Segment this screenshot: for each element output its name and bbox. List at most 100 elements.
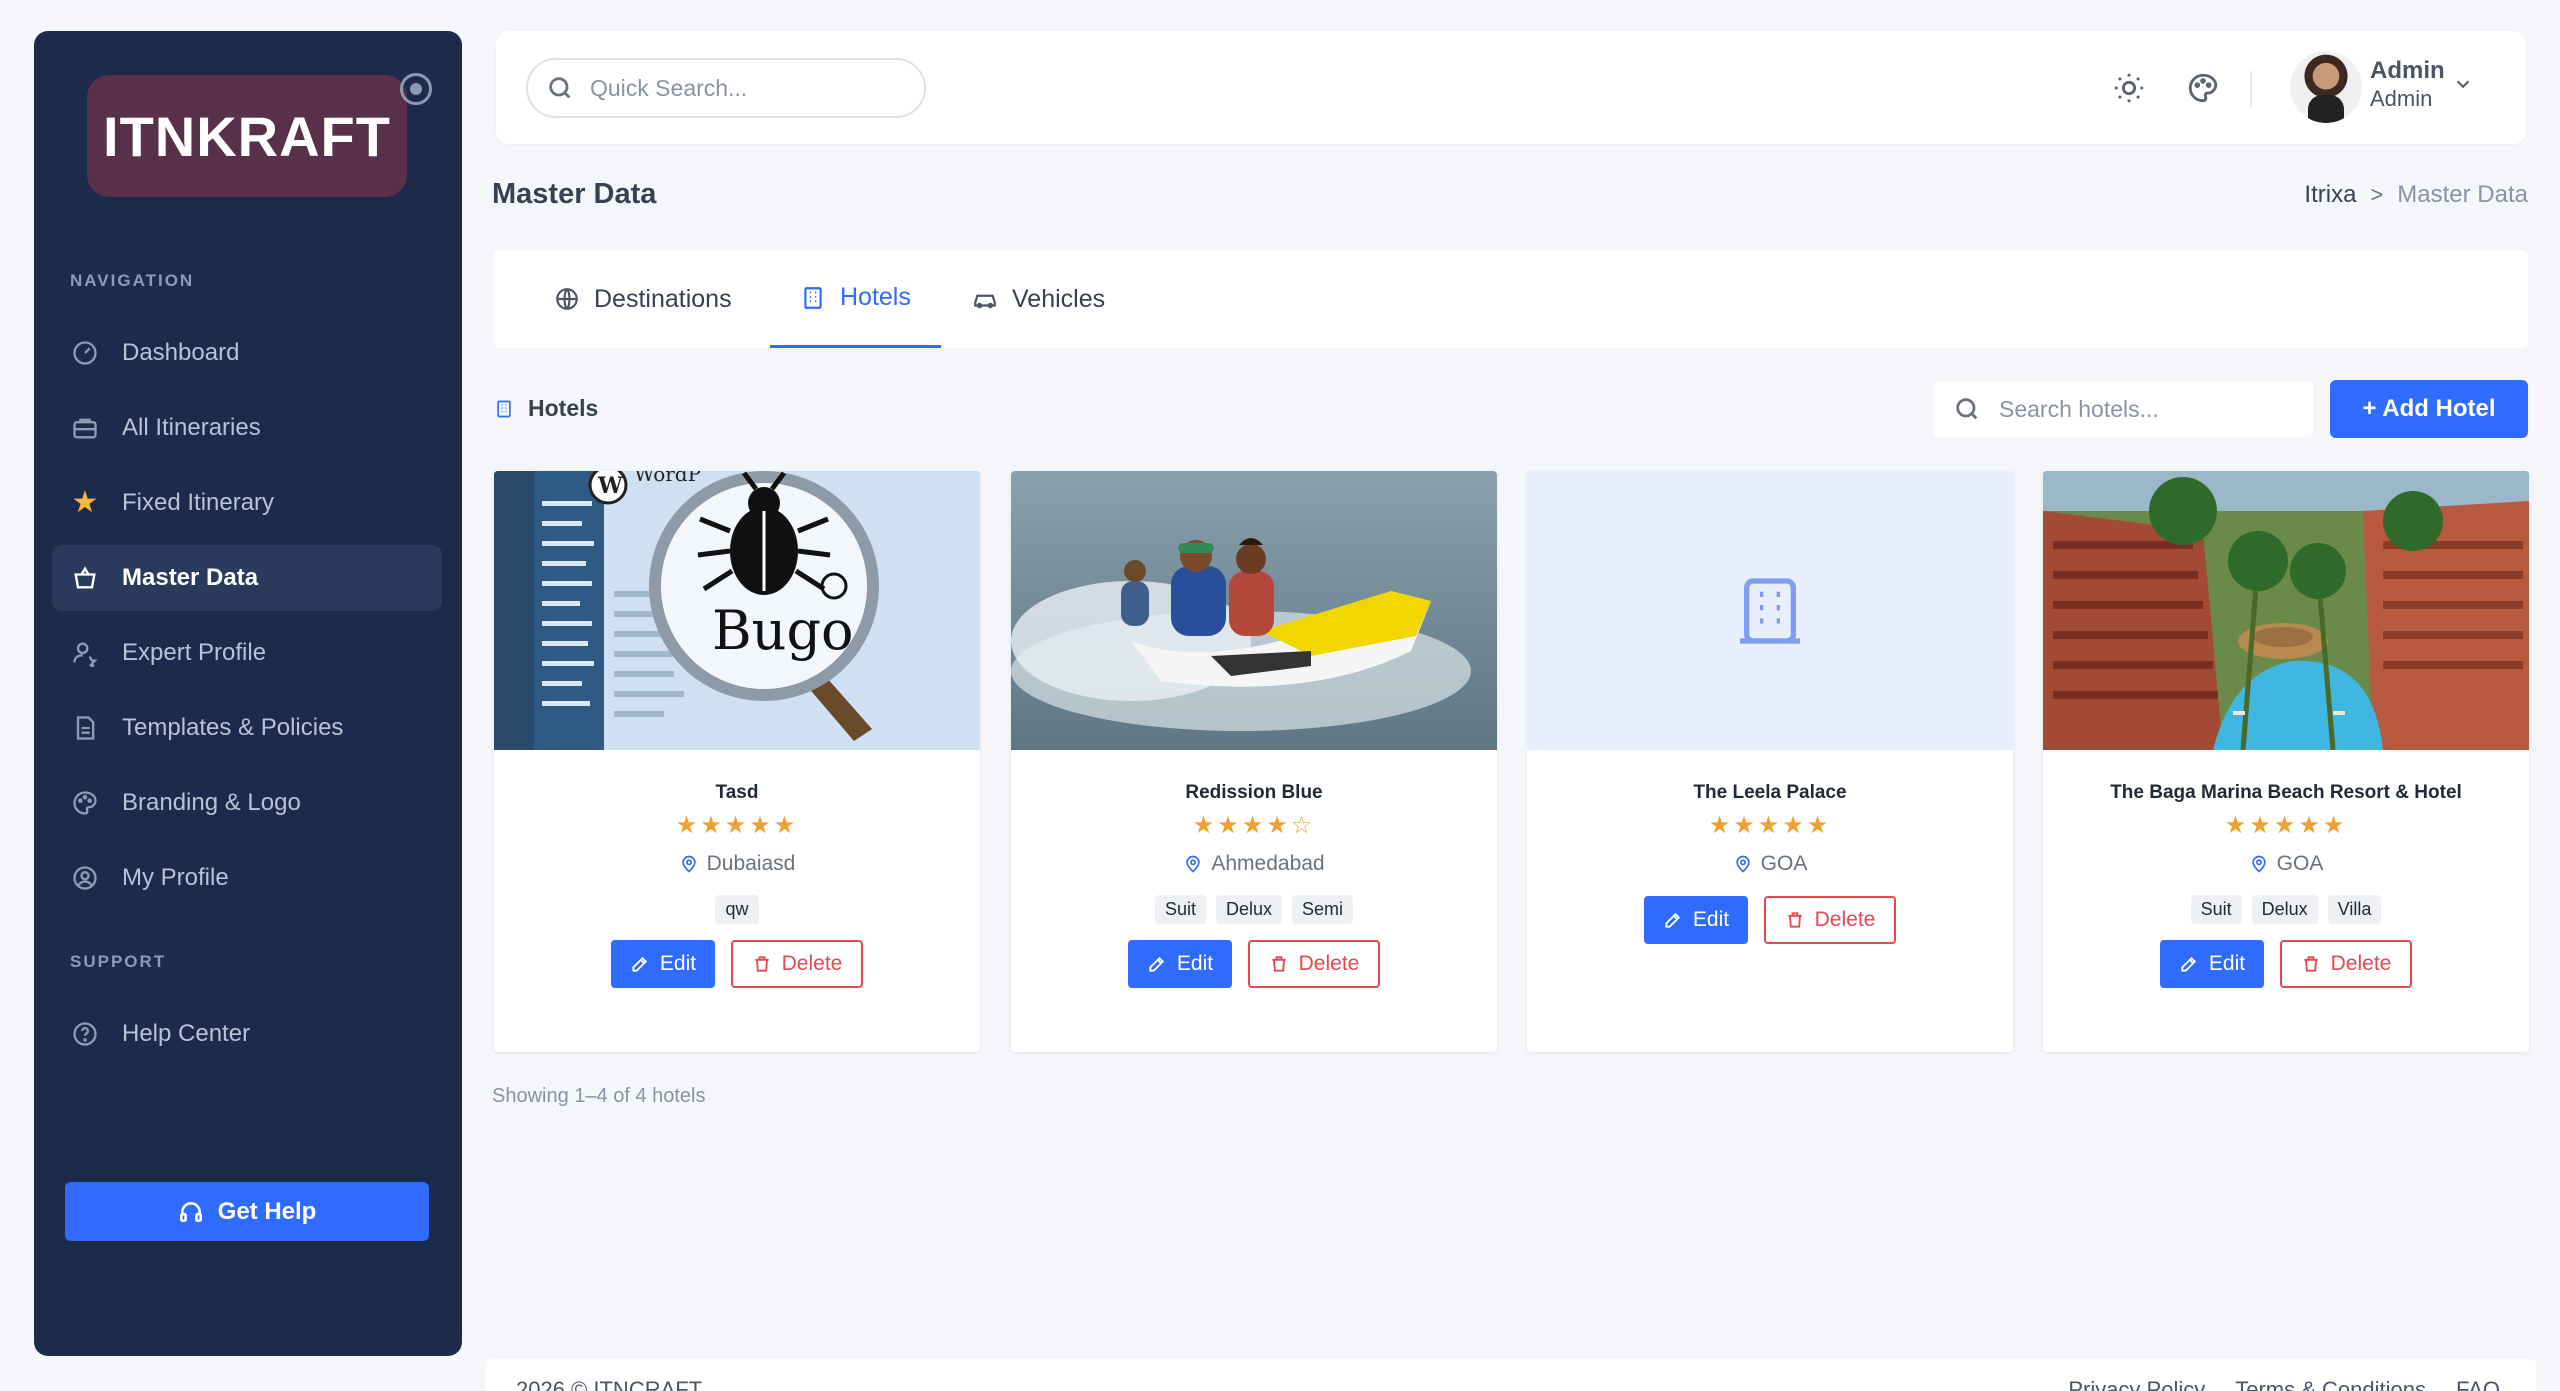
edit-icon xyxy=(1665,912,1681,928)
page-title: Master Data xyxy=(492,178,657,210)
nav-section-heading: NAVIGATION xyxy=(70,271,195,290)
hotel-card: The Leela Palace ★★★★★ GOA Edit Delete xyxy=(1527,471,2013,1052)
location-text: GOA xyxy=(1760,852,1808,875)
section-title: Hotels xyxy=(528,395,599,421)
building-icon xyxy=(804,286,822,309)
sidebar-item-label: Master Data xyxy=(122,564,259,591)
hotel-image-resort-pool xyxy=(2043,471,2529,750)
map-pin-icon xyxy=(1186,855,1201,873)
breadcrumb-current: Master Data xyxy=(2397,181,2528,208)
car-icon xyxy=(974,294,996,309)
master-data-tabs: Destinations Hotels Vehicles xyxy=(494,250,2528,348)
add-hotel-button[interactable]: + Add Hotel xyxy=(2330,380,2528,438)
delete-label: Delete xyxy=(1298,952,1360,975)
top-bar: Admin Admin xyxy=(496,31,2526,144)
chevron-down-icon[interactable] xyxy=(2452,73,2474,100)
tab-label: Hotels xyxy=(840,283,911,311)
user-role: Admin xyxy=(2370,86,2433,111)
footer-links: Privacy Policy Terms & Conditions FAQ xyxy=(2068,1377,2500,1391)
edit-icon xyxy=(2181,956,2197,972)
hotel-name: Redission Blue xyxy=(1185,782,1323,803)
sidebar-item-master-data[interactable]: Master Data xyxy=(52,545,442,611)
sidebar-item-label: Help Center xyxy=(122,1020,251,1047)
room-type-tag: Delux xyxy=(1215,895,1283,924)
basket-icon xyxy=(68,561,102,595)
delete-label: Delete xyxy=(781,952,843,975)
edit-button[interactable]: Edit xyxy=(1644,896,1748,944)
delete-label: Delete xyxy=(1814,908,1876,931)
sidebar-item-dashboard[interactable]: Dashboard xyxy=(52,320,442,386)
hotel-search-input[interactable] xyxy=(1999,395,2299,423)
sidebar-item-fixed-itinerary[interactable]: ★ Fixed Itinerary xyxy=(52,470,442,536)
user-star-icon xyxy=(68,636,102,670)
location-text: Dubaiasd xyxy=(706,852,796,875)
sidebar-item-help-center[interactable]: Help Center xyxy=(52,1001,442,1067)
user-name[interactable]: Admin xyxy=(2370,57,2445,85)
hotel-name: Tasd xyxy=(715,782,759,803)
footer: 2026 © ITNCRAFT Privacy Policy Terms & C… xyxy=(486,1359,2536,1391)
sidebar-pin-toggle[interactable] xyxy=(400,73,432,105)
tab-vehicles[interactable]: Vehicles xyxy=(942,250,1135,348)
hotel-tags: qw xyxy=(494,895,980,924)
sidebar-item-my-profile[interactable]: My Profile xyxy=(52,845,442,911)
faq-link[interactable]: FAQ xyxy=(2456,1377,2500,1391)
delete-button[interactable]: Delete xyxy=(1248,940,1380,988)
breadcrumb: Itrixa > Master Data xyxy=(2304,181,2528,209)
edit-label: Edit xyxy=(1692,908,1730,931)
hotel-card: Redission Blue ★★★★☆ Ahmedabad Suit Delu… xyxy=(1011,471,1497,1052)
hotel-card: W WordP Bugo Tasd ★★★★★ Dubaiasd qw Edit… xyxy=(494,471,980,1052)
avatar[interactable] xyxy=(2290,51,2362,123)
edit-button[interactable]: Edit xyxy=(611,940,715,988)
hotel-location: Dubaiasd xyxy=(494,852,980,876)
sidebar-item-branding-logo[interactable]: Branding & Logo xyxy=(52,770,442,836)
theme-toggle-button[interactable] xyxy=(2109,68,2149,108)
sun-icon xyxy=(2114,73,2144,103)
delete-button[interactable]: Delete xyxy=(731,940,863,988)
delete-label: Delete xyxy=(2330,952,2392,975)
edit-label: Edit xyxy=(659,952,697,975)
hotel-name: The Leela Palace xyxy=(1693,782,1847,803)
sidebar-item-templates-policies[interactable]: Templates & Policies xyxy=(52,695,442,761)
star-icon: ★ xyxy=(71,486,99,519)
hotel-search[interactable] xyxy=(1933,381,2313,437)
hotel-location: GOA xyxy=(1527,852,2013,876)
brand-logo[interactable]: ITNKRAFT xyxy=(87,75,407,197)
topbar-divider xyxy=(2250,71,2252,107)
tab-destinations[interactable]: Destinations xyxy=(524,250,762,348)
terms-conditions-link[interactable]: Terms & Conditions xyxy=(2235,1377,2426,1391)
theme-palette-button[interactable] xyxy=(2183,68,2223,108)
hotels-section-label: Hotels xyxy=(494,395,598,422)
hotel-location: Ahmedabad xyxy=(1011,852,1497,876)
copyright-text: 2026 © ITNCRAFT xyxy=(516,1377,703,1391)
edit-button[interactable]: Edit xyxy=(2160,940,2264,988)
room-type-tag: qw xyxy=(715,895,759,924)
palette-icon xyxy=(68,786,102,820)
edit-icon xyxy=(1149,956,1165,972)
map-pin-icon xyxy=(1735,855,1750,873)
bug-text: Bugo xyxy=(712,599,854,662)
privacy-policy-link[interactable]: Privacy Policy xyxy=(2068,1377,2205,1391)
edit-button[interactable]: Edit xyxy=(1128,940,1232,988)
hotel-image-jet-ski xyxy=(1011,471,1497,750)
card-actions: Edit Delete xyxy=(494,940,980,988)
delete-button[interactable]: Delete xyxy=(2280,940,2412,988)
edit-icon xyxy=(632,956,648,972)
quick-search[interactable] xyxy=(526,58,926,118)
get-help-button[interactable]: Get Help xyxy=(65,1182,429,1241)
quick-search-input[interactable] xyxy=(590,74,910,102)
tab-hotels[interactable]: Hotels xyxy=(770,250,941,348)
card-actions: Edit Delete xyxy=(1527,896,2013,944)
location-text: Ahmedabad xyxy=(1211,852,1325,875)
sidebar-item-label: Expert Profile xyxy=(122,639,267,666)
sidebar-item-label: Dashboard xyxy=(122,339,240,366)
sidebar-item-expert-profile[interactable]: Expert Profile xyxy=(52,620,442,686)
support-section-heading: SUPPORT xyxy=(70,952,167,971)
sidebar-item-all-itineraries[interactable]: All Itineraries xyxy=(52,395,442,461)
trash-icon xyxy=(1271,956,1286,972)
pagination-summary: Showing 1–4 of 4 hotels xyxy=(492,1085,706,1107)
delete-button[interactable]: Delete xyxy=(1764,896,1896,944)
building-icon xyxy=(1740,577,1800,644)
breadcrumb-home-link[interactable]: Itrixa xyxy=(2304,181,2356,209)
sidebar: ITNKRAFT NAVIGATION Dashboard All Itiner… xyxy=(34,31,462,1356)
user-circle-icon xyxy=(68,861,102,895)
